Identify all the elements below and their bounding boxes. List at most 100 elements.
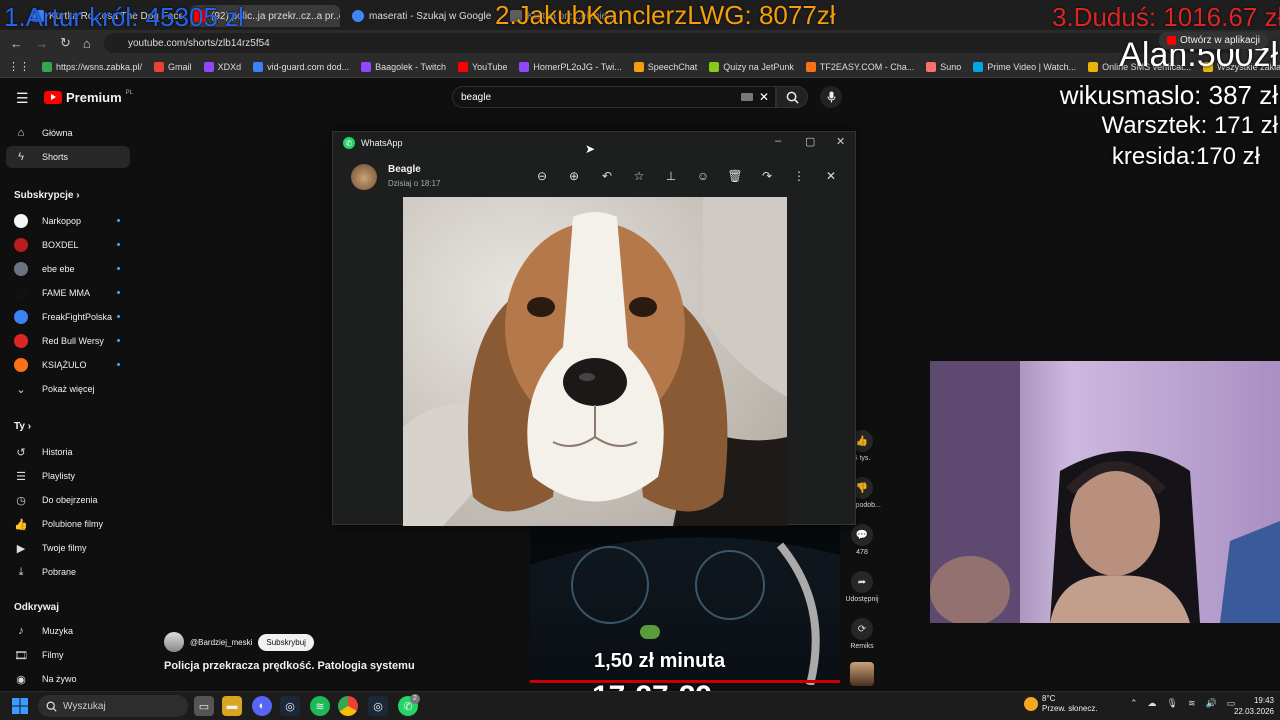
bookmark-label: Suno [940, 61, 962, 72]
sidebar-item[interactable]: ◉ Na żywo [6, 668, 130, 690]
sidebar-item[interactable]: 👍 Polubione filmy [6, 513, 130, 535]
bookmark-item[interactable]: YouTube [458, 61, 507, 72]
share-button[interactable]: ➦ Udostępnij [840, 571, 884, 603]
youtube-icon [1166, 36, 1176, 45]
discord-icon[interactable]: ◐ [252, 696, 272, 716]
taskbar-search[interactable]: Wyszukaj [38, 695, 188, 717]
chrome-icon[interactable] [338, 696, 358, 716]
channel-avatar[interactable] [164, 632, 184, 652]
subscribe-button[interactable]: Subskrybuj [258, 633, 314, 651]
sidebar-item[interactable]: KSIĄŻULO [6, 354, 130, 376]
sidebar-item[interactable]: ⌂ Główna [6, 122, 130, 144]
star-icon[interactable]: ☆ [631, 169, 647, 183]
sound-thumbnail[interactable] [850, 662, 874, 686]
forward-icon[interactable]: ↷ [759, 169, 775, 183]
short-title[interactable]: Policja przekracza prędkość. Patologia s… [164, 660, 415, 672]
sidebar-item[interactable]: ⤓ Pobrane [6, 561, 130, 583]
back-icon[interactable]: ← [10, 36, 23, 51]
sidebar-item[interactable]: Red Bull Wersy [6, 330, 130, 352]
channel-avatar [14, 358, 28, 372]
onedrive-icon[interactable]: ☁ [1148, 698, 1157, 709]
open-in-app-button[interactable]: Otwórz w aplikacji [1158, 32, 1268, 49]
close-viewer-icon[interactable]: ✕ [823, 169, 839, 183]
system-tray: ⌃ ☁ 🎙 ≋ 🔊 ▭ [1130, 698, 1235, 709]
you-header[interactable]: Ty › [14, 421, 31, 432]
sidebar-item[interactable]: ϟ Shorts [6, 146, 130, 168]
beagle-photo [403, 197, 787, 526]
sidebar-item[interactable]: ♪ Muzyka [6, 620, 130, 642]
sidebar-item[interactable]: ▶ Twoje filmy [6, 537, 130, 559]
address-bar[interactable]: youtube.com/shorts/zlb14rz5f54 [104, 33, 1244, 53]
file-explorer-icon[interactable]: ▬ [222, 696, 242, 716]
voice-search-button[interactable] [820, 86, 842, 108]
close-window-icon[interactable]: ✕ [836, 135, 845, 148]
keyboard-icon[interactable] [741, 93, 753, 101]
wifi-icon[interactable]: ≋ [1188, 698, 1196, 709]
minimize-icon[interactable]: – [775, 135, 781, 147]
bookmark-item[interactable]: Suno [926, 61, 962, 72]
zoom-out-icon[interactable]: ⊖ [534, 169, 550, 183]
bookmark-item[interactable]: Quizy na JetPunk [709, 61, 794, 72]
new-content-dot [117, 243, 120, 246]
bookmark-item[interactable]: XDXd [203, 61, 241, 72]
channel-avatar [14, 286, 28, 300]
sidebar-item[interactable]: ↺ Historia [6, 441, 130, 463]
sidebar-item[interactable]: ebe ebe [6, 258, 130, 280]
channel-handle[interactable]: @Bardziej_meski [190, 638, 252, 647]
spotify-icon[interactable]: ≋ [310, 696, 330, 716]
forward-icon[interactable]: → [35, 36, 48, 51]
sidebar-item[interactable]: Narkopop [6, 210, 130, 232]
maximize-icon[interactable]: ▢ [805, 135, 815, 148]
explore-header[interactable]: Odkrywaj [14, 602, 59, 613]
tab-maserati[interactable]: maserati - Szukaj w Google ✕ [352, 5, 492, 27]
mic-tray-icon[interactable]: 🎙 [1167, 698, 1178, 709]
steam-2-icon[interactable]: ◎ [368, 696, 388, 716]
sidebar-item[interactable]: BOXDEL [6, 234, 130, 256]
like-count: 5 tys. [853, 455, 871, 462]
sidebar-item[interactable]: 🎞 Filmy [6, 644, 130, 666]
bookmark-favicon [519, 61, 530, 72]
reload-icon[interactable]: ↻ [60, 35, 71, 51]
sidebar-item[interactable]: FreakFightPolska [6, 306, 130, 328]
bookmark-item[interactable]: HomerPL2oJG - Twi... [519, 61, 622, 72]
pin-icon[interactable]: ⊥ [663, 169, 679, 183]
delete-icon[interactable]: 🗑 [727, 169, 743, 183]
reply-icon[interactable]: ↶ [599, 169, 615, 183]
more-options-icon[interactable]: ⋮ [791, 169, 807, 183]
task-view-icon[interactable]: ▭ [194, 696, 214, 716]
volume-icon[interactable]: 🔊 [1206, 698, 1217, 709]
contact-name[interactable]: Beagle [388, 164, 421, 175]
taskbar-clock[interactable]: 19:43 22.03.2026 [1230, 695, 1274, 717]
weather-widget[interactable]: 8°C Przew. słonecz. [1024, 694, 1098, 714]
whatsapp-titlebar[interactable]: ✆ WhatsApp [343, 137, 403, 149]
bookmark-item[interactable]: Baagolek - Twitch [361, 61, 446, 72]
weather-desc: Przew. słonecz. [1042, 704, 1098, 713]
bookmark-item[interactable]: SpeechChat [633, 61, 697, 72]
apps-icon[interactable]: ⋮⋮ [8, 60, 30, 73]
bookmark-item[interactable]: vid-guard.com dod... [253, 61, 349, 72]
sidebar-item[interactable]: ☰ Playlisty [6, 465, 130, 487]
bookmark-item[interactable]: Gmail [154, 61, 192, 72]
bookmark-item[interactable]: https://wsns.zabka.pl/ [42, 61, 142, 72]
windows-start-icon[interactable] [12, 698, 28, 714]
search-input[interactable]: beagle ✕ [452, 86, 776, 108]
sidebar-item[interactable]: ⌄ Pokaż więcej [6, 378, 130, 400]
clear-search-icon[interactable]: ✕ [759, 90, 769, 104]
home-icon[interactable]: ⌂ [83, 36, 91, 51]
contact-avatar[interactable] [351, 164, 377, 190]
remix-button[interactable]: ⟳ Remiks [840, 618, 884, 650]
subscriptions-header[interactable]: Subskrypcje › [14, 190, 80, 201]
youtube-premium-logo[interactable]: Premium PL [44, 90, 133, 105]
leaderboard-entry: 3.Duduś: 1016.67 zł [1052, 2, 1280, 32]
menu-icon[interactable]: ☰ [16, 90, 29, 107]
bookmark-item[interactable]: TF2EASY.COM - Cha... [805, 61, 914, 72]
react-emoji-icon[interactable]: ☺ [695, 169, 711, 183]
steam-icon[interactable]: ◎ [280, 696, 300, 716]
search-button[interactable] [776, 86, 808, 108]
comments-button[interactable]: 💬 478 [840, 524, 884, 556]
bookmark-item[interactable]: Prime Video | Watch... [973, 61, 1076, 72]
sidebar-item[interactable]: ◷ Do obejrzenia [6, 489, 130, 511]
zoom-in-icon[interactable]: ⊕ [566, 169, 582, 183]
chevron-up-icon[interactable]: ⌃ [1130, 698, 1138, 709]
sidebar-item[interactable]: FAME MMA [6, 282, 130, 304]
